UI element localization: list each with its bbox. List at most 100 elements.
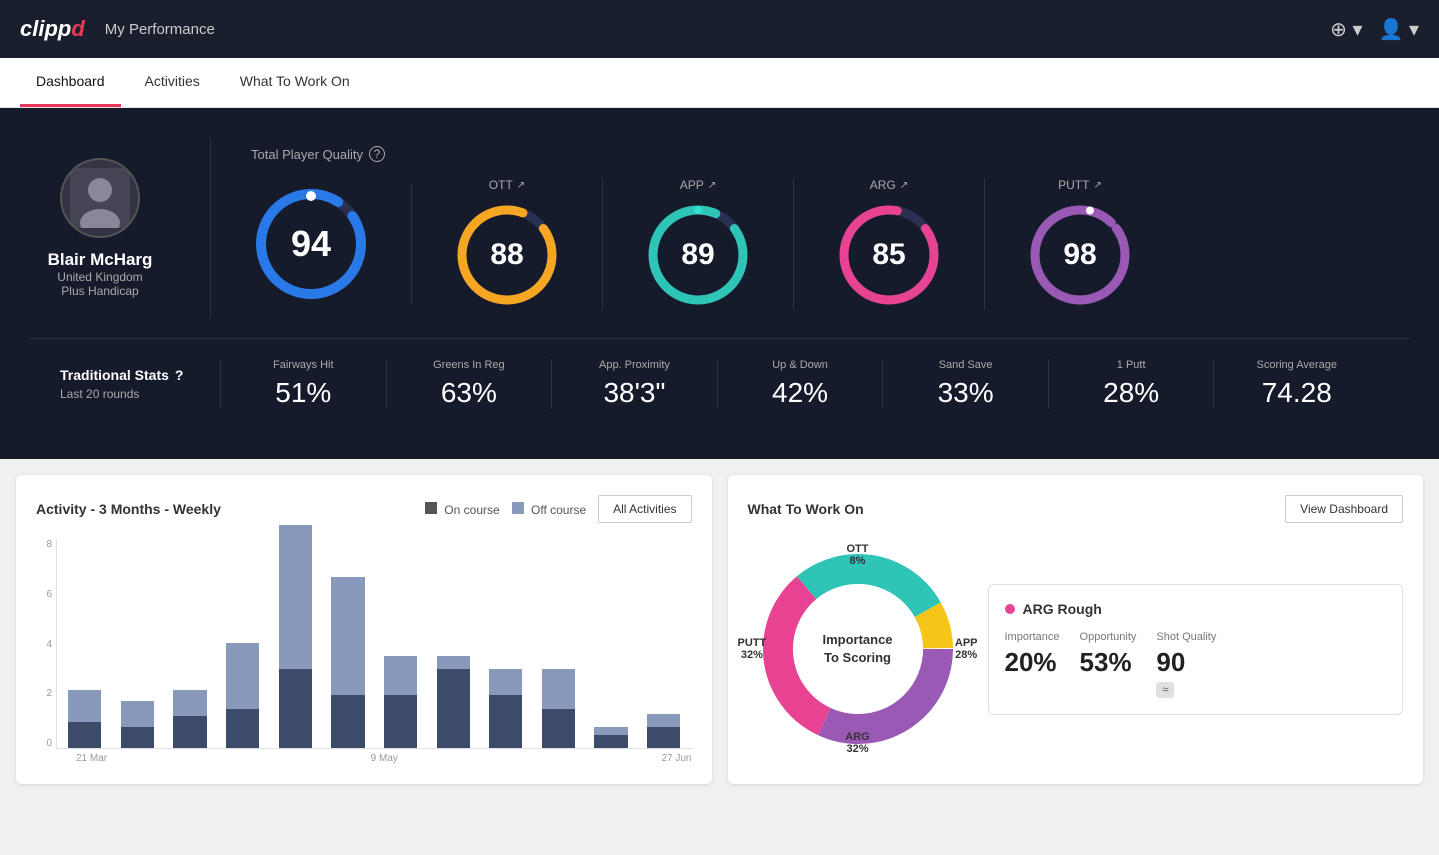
trad-stats: Traditional Stats ? Last 20 rounds Fairw… <box>30 338 1409 429</box>
stat-scoring-label: Scoring Average <box>1256 359 1337 371</box>
stat-proximity-label: App. Proximity <box>599 359 670 371</box>
bar-group <box>482 539 530 748</box>
trad-title: Traditional Stats ? <box>60 367 220 383</box>
app-donut-label: APP28% <box>955 637 978 661</box>
add-icon[interactable]: ⊕ ▾ <box>1330 17 1362 42</box>
ott-gauge: 88 <box>452 200 562 310</box>
bar-stack <box>173 690 206 748</box>
quality-label: Total Player Quality ? <box>251 146 1409 162</box>
score-app: APP ↗ 89 <box>603 178 794 310</box>
chart-header: Activity - 3 Months - Weekly On course O… <box>36 495 692 523</box>
tab-dashboard[interactable]: Dashboard <box>20 58 121 107</box>
scores-row: 94 OTT ↗ 88 <box>251 178 1409 310</box>
on-course-bar <box>68 722 101 748</box>
arg-metric-opportunity: Opportunity 53% <box>1080 631 1137 698</box>
bar-stack <box>226 643 259 748</box>
x-axis: 21 Mar 9 May 27 Jun <box>56 753 692 764</box>
putt-arrow: ↗ <box>1093 180 1101 191</box>
on-course-bar <box>279 669 312 748</box>
trad-sub: Last 20 rounds <box>60 387 220 401</box>
y-axis: 8 6 4 2 0 <box>36 539 52 749</box>
stat-scoring: Scoring Average 74.28 <box>1213 359 1379 409</box>
stat-fairways-value: 51% <box>275 377 331 409</box>
on-course-bar <box>647 727 680 748</box>
bar-stack <box>279 525 312 748</box>
stat-greens: Greens In Reg 63% <box>386 359 552 409</box>
chart-controls: On course Off course All Activities <box>425 495 692 523</box>
bar-group <box>219 539 267 748</box>
stat-updown-value: 42% <box>772 377 828 409</box>
stat-proximity-value: 38'3" <box>603 377 665 409</box>
ott-value: 88 <box>490 238 523 272</box>
off-course-bar <box>121 701 154 727</box>
arg-donut-label: ARG32% <box>845 731 869 755</box>
stat-fairways-label: Fairways Hit <box>273 359 334 371</box>
bar-group <box>640 539 688 748</box>
total-gauge: 94 <box>251 184 371 304</box>
tab-what-to-work-on[interactable]: What To Work On <box>224 58 366 107</box>
header-title: My Performance <box>105 21 215 38</box>
arg-card-title: ARG Rough <box>1005 601 1387 617</box>
off-course-bar <box>594 727 627 735</box>
off-course-bar <box>647 714 680 727</box>
on-course-bar <box>173 716 206 748</box>
user-avatar[interactable]: 👤 ▾ <box>1379 17 1420 42</box>
trad-help-icon[interactable]: ? <box>175 367 184 383</box>
arg-gauge: 85 <box>834 200 944 310</box>
bar-group <box>377 539 425 748</box>
bar-stack <box>594 727 627 748</box>
stat-sandsave-label: Sand Save <box>939 359 993 371</box>
chart-bars <box>56 539 692 749</box>
score-putt: PUTT ↗ 98 <box>985 178 1175 310</box>
off-course-dot <box>512 502 524 514</box>
work-header: What To Work On View Dashboard <box>748 495 1404 523</box>
view-dashboard-button[interactable]: View Dashboard <box>1285 495 1403 523</box>
work-panel: What To Work On View Dashboard O <box>728 475 1424 784</box>
on-course-bar <box>331 695 364 748</box>
donut-chart: OTT8% APP28% ARG32% PUTT32% Importance T… <box>748 539 968 759</box>
header-left: clippd My Performance <box>20 16 215 42</box>
stat-sandsave: Sand Save 33% <box>882 359 1048 409</box>
off-course-bar <box>542 669 575 709</box>
on-course-bar <box>594 735 627 748</box>
arg-arrow: ↗ <box>900 180 908 191</box>
app-value: 89 <box>681 238 714 272</box>
ott-label: OTT ↗ <box>489 178 525 192</box>
bar-group <box>429 539 477 748</box>
arg-card: ARG Rough Importance 20% Opportunity 53%… <box>988 584 1404 715</box>
off-course-bar <box>226 643 259 709</box>
bar-stack <box>647 714 680 748</box>
bar-group <box>535 539 583 748</box>
on-course-bar <box>384 695 417 748</box>
avatar <box>60 158 140 238</box>
player-name: Blair McHarg <box>48 250 153 270</box>
stat-updown: Up & Down 42% <box>717 359 883 409</box>
on-course-bar <box>437 669 470 748</box>
activity-panel: Activity - 3 Months - Weekly On course O… <box>16 475 712 784</box>
chart-legend: On course Off course <box>425 502 586 517</box>
shot-quality-badge: ≈ <box>1156 682 1174 698</box>
off-course-bar <box>279 525 312 669</box>
bottom-panels: Activity - 3 Months - Weekly On course O… <box>0 459 1439 800</box>
bar-group <box>166 539 214 748</box>
header: clippd My Performance ⊕ ▾ 👤 ▾ <box>0 0 1439 58</box>
bar-stack <box>384 656 417 748</box>
bar-group <box>587 539 635 748</box>
trad-label: Traditional Stats ? Last 20 rounds <box>60 367 220 401</box>
stat-1putt-label: 1 Putt <box>1117 359 1146 371</box>
work-content: OTT8% APP28% ARG32% PUTT32% Importance T… <box>748 539 1404 759</box>
all-activities-button[interactable]: All Activities <box>598 495 691 523</box>
off-course-bar <box>384 656 417 695</box>
bar-group <box>61 539 109 748</box>
stat-scoring-value: 74.28 <box>1262 377 1332 409</box>
on-course-bar <box>489 695 522 748</box>
app-arrow: ↗ <box>708 180 716 191</box>
off-course-bar <box>437 656 470 669</box>
score-arg: ARG ↗ 85 <box>794 178 985 310</box>
off-course-legend: Off course <box>512 502 586 517</box>
on-course-bar <box>121 727 154 748</box>
player-country: United Kingdom <box>57 270 142 284</box>
arg-metric-shotquality: Shot Quality 90 ≈ <box>1156 631 1216 698</box>
tab-activities[interactable]: Activities <box>129 58 216 107</box>
help-icon[interactable]: ? <box>369 146 385 162</box>
